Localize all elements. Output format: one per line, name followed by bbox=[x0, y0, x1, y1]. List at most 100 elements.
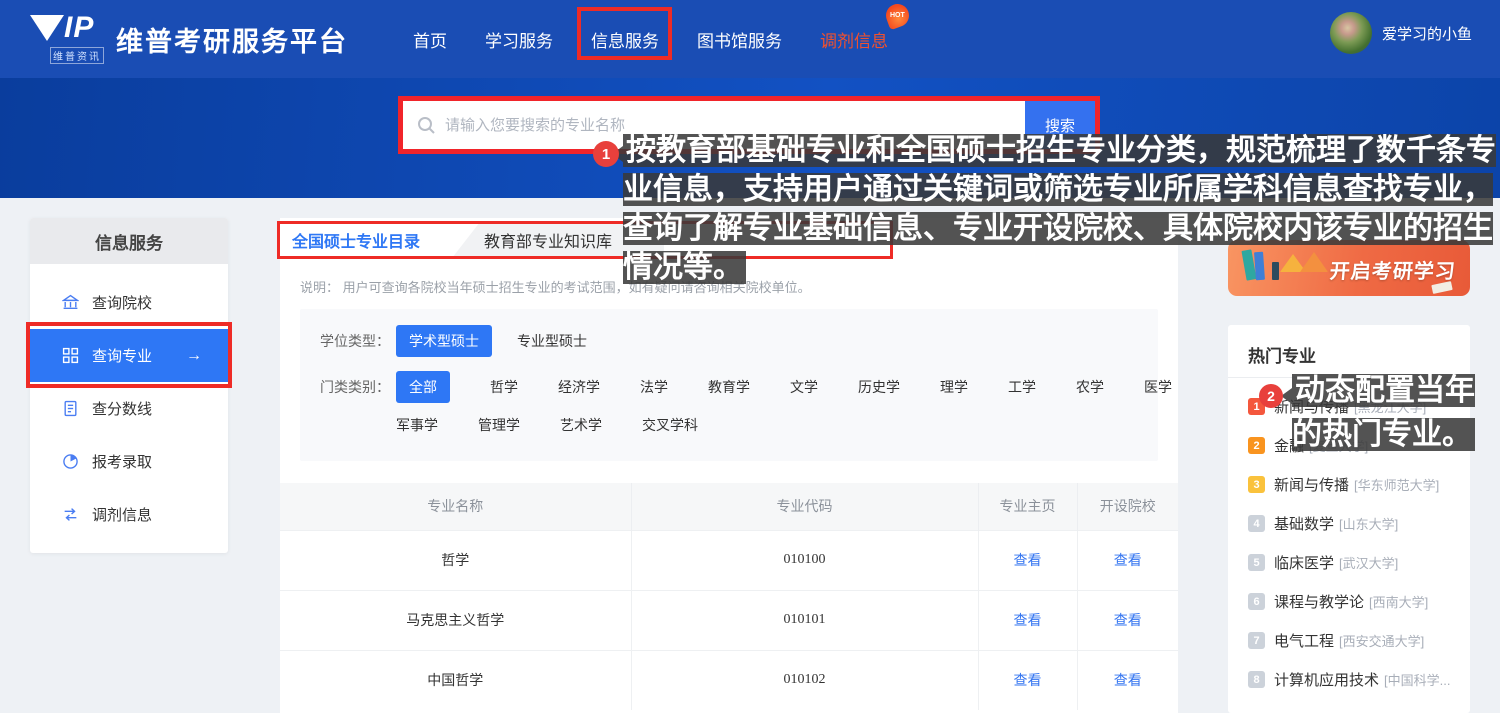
rank-badge: 2 bbox=[1248, 437, 1265, 454]
hot-item-name: 课程与教学论 bbox=[1274, 591, 1364, 612]
table-row: 马克思主义哲学 010101 查看 查看 bbox=[280, 590, 1178, 650]
cell-name: 马克思主义哲学 bbox=[280, 590, 631, 650]
rank-badge: 3 bbox=[1248, 476, 1265, 493]
cell-code: 010102 bbox=[631, 650, 978, 710]
hot-item-school: [武汉大学] bbox=[1339, 553, 1398, 572]
view-homepage-link[interactable]: 查看 bbox=[1014, 612, 1042, 628]
sidebar-item-label: 调剂信息 bbox=[92, 504, 152, 525]
hot-item-name: 基础数学 bbox=[1274, 513, 1334, 534]
hot-item[interactable]: 5 临床医学 [武汉大学] bbox=[1228, 543, 1470, 582]
view-schools-link[interactable]: 查看 bbox=[1114, 672, 1142, 688]
col-header-name: 专业名称 bbox=[280, 483, 631, 530]
hot-item-school: [山东大学] bbox=[1339, 514, 1398, 533]
category-option-medicine[interactable]: 医学 bbox=[1144, 377, 1172, 397]
nav-item-study[interactable]: 学习服务 bbox=[485, 27, 553, 52]
hot-item-name: 新闻与传播 bbox=[1274, 474, 1349, 495]
category-filter-row: 门类类别： 全部 哲学 经济学 法学 教育学 文学 历史学 理学 工学 农学 医… bbox=[320, 371, 1172, 403]
hot-item[interactable]: 8 计算机应用技术 [中国科学... bbox=[1228, 660, 1470, 699]
category-option-military[interactable]: 军事学 bbox=[396, 415, 438, 435]
rank-badge: 5 bbox=[1248, 554, 1265, 571]
category-option-law[interactable]: 法学 bbox=[640, 377, 668, 397]
user-avatar[interactable] bbox=[1330, 12, 1372, 54]
view-schools-link[interactable]: 查看 bbox=[1114, 612, 1142, 628]
top-navbar: IP 维普资讯 维普考研服务平台 首页 学习服务 信息服务 图书馆服务 调剂信息… bbox=[0, 0, 1500, 78]
sidebar-item-score-line[interactable]: 查分数线 bbox=[30, 382, 228, 435]
hot-item[interactable]: 7 电气工程 [西安交通大学] bbox=[1228, 621, 1470, 660]
view-homepage-link[interactable]: 查看 bbox=[1014, 552, 1042, 568]
degree-option-academic[interactable]: 学术型硕士 bbox=[396, 325, 492, 357]
category-filter-row-2: 军事学 管理学 艺术学 交叉学科 bbox=[396, 415, 698, 435]
sidebar-item-label: 查分数线 bbox=[92, 398, 152, 419]
school-icon bbox=[62, 294, 79, 311]
user-name: 爱学习的小鱼 bbox=[1382, 23, 1472, 44]
cell-code: 010100 bbox=[631, 530, 978, 590]
category-option-engineering[interactable]: 工学 bbox=[1008, 377, 1036, 397]
nav-item-library[interactable]: 图书馆服务 bbox=[697, 27, 782, 52]
hot-item-school: [西安交通大学] bbox=[1339, 631, 1424, 650]
view-schools-link[interactable]: 查看 bbox=[1114, 552, 1142, 568]
logo-subtext: 维普资讯 bbox=[50, 47, 104, 64]
hot-item[interactable]: 6 课程与教学论 [西南大学] bbox=[1228, 582, 1470, 621]
sidebar-item-transfer-info[interactable]: 调剂信息 bbox=[30, 488, 228, 541]
hot-item-school: [华东师范大学] bbox=[1354, 475, 1439, 494]
filter-panel: 学位类型： 学术型硕士 专业型硕士 门类类别： 全部 哲学 经济学 法学 教育学… bbox=[300, 309, 1158, 461]
sidebar-item-admission[interactable]: 报考录取 bbox=[30, 435, 228, 488]
category-option-philosophy[interactable]: 哲学 bbox=[490, 377, 518, 397]
hot-item[interactable]: 4 基础数学 [山东大学] bbox=[1228, 504, 1470, 543]
category-option-interdisciplinary[interactable]: 交叉学科 bbox=[642, 415, 698, 435]
callout-text-2: 动态配置当年的热门专业。 bbox=[1292, 369, 1500, 457]
col-header-homepage: 专业主页 bbox=[978, 483, 1077, 530]
vip-logo-icon: IP 维普资讯 bbox=[30, 13, 104, 65]
hot-specialties-title: 热门专业 bbox=[1248, 342, 1316, 367]
callout-number-1: 1 bbox=[593, 141, 619, 167]
category-option-management[interactable]: 管理学 bbox=[478, 415, 520, 435]
pie-chart-icon bbox=[62, 453, 79, 470]
category-option-agriculture[interactable]: 农学 bbox=[1076, 377, 1104, 397]
degree-option-professional[interactable]: 专业型硕士 bbox=[517, 331, 587, 351]
category-option-science[interactable]: 理学 bbox=[940, 377, 968, 397]
sidebar-item-label: 报考录取 bbox=[92, 451, 152, 472]
hot-item-name: 计算机应用技术 bbox=[1274, 669, 1379, 690]
logo-triangle bbox=[30, 15, 64, 41]
col-header-schools: 开设院校 bbox=[1077, 483, 1178, 530]
category-option-arts[interactable]: 艺术学 bbox=[560, 415, 602, 435]
rank-badge: 6 bbox=[1248, 593, 1265, 610]
table-row: 哲学 010100 查看 查看 bbox=[280, 530, 1178, 590]
col-header-code: 专业代码 bbox=[631, 483, 978, 530]
cell-name: 哲学 bbox=[280, 530, 631, 590]
search-icon bbox=[417, 116, 435, 134]
hot-item[interactable]: 3 新闻与传播 [华东师范大学] bbox=[1228, 465, 1470, 504]
category-option-economics[interactable]: 经济学 bbox=[558, 377, 600, 397]
main-content-card: 全国硕士专业目录 教育部专业知识库 说明： 用户可查询各院校当年硕士招生专业的考… bbox=[280, 218, 1178, 713]
category-option-education[interactable]: 教育学 bbox=[708, 377, 750, 397]
callout-text-2-content: 动态配置当年的热门专业。 bbox=[1292, 374, 1475, 451]
nav-item-home[interactable]: 首页 bbox=[413, 27, 447, 52]
callout-text-1-content: 按教育部基础专业和全国硕士招生专业分类，规范梳理了数千条专业信息，支持用户通过关… bbox=[623, 134, 1496, 284]
table-header-row: 专业名称 专业代码 专业主页 开设院校 bbox=[280, 483, 1178, 530]
degree-filter-label: 学位类型： bbox=[320, 331, 396, 351]
swap-arrows-icon bbox=[62, 506, 79, 523]
sidebar-menu: 查询院校 查询专业 → 查分数线 报考录取 调剂信息 bbox=[30, 264, 228, 541]
view-homepage-link[interactable]: 查看 bbox=[1014, 672, 1042, 688]
site-logo[interactable]: IP 维普资讯 维普考研服务平台 bbox=[30, 13, 348, 65]
annotation-box-sidebar-query-major bbox=[26, 322, 232, 388]
sidebar-title: 信息服务 bbox=[30, 218, 228, 264]
callout-text-1: 按教育部基础专业和全国硕士招生专业分类，规范梳理了数千条专业信息，支持用户通过关… bbox=[623, 131, 1500, 287]
hot-item-school: [西南大学] bbox=[1369, 592, 1428, 611]
category-option-history[interactable]: 历史学 bbox=[858, 377, 900, 397]
hot-badge-text: HOT bbox=[890, 12, 905, 19]
rank-badge: 8 bbox=[1248, 671, 1265, 688]
category-option-literature[interactable]: 文学 bbox=[790, 377, 818, 397]
rank-badge: 7 bbox=[1248, 632, 1265, 649]
table-row: 中国哲学 010102 查看 查看 bbox=[280, 650, 1178, 710]
rank-badge: 4 bbox=[1248, 515, 1265, 532]
nav-item-transfer[interactable]: 调剂信息 HOT bbox=[820, 27, 888, 52]
site-title: 维普考研服务平台 bbox=[116, 20, 348, 59]
callout-number-2: 2 bbox=[1259, 384, 1283, 408]
user-area[interactable]: 爱学习的小鱼 bbox=[1330, 12, 1472, 54]
annotation-box-nav-info bbox=[577, 7, 672, 60]
logo-ip-text: IP bbox=[64, 11, 94, 45]
hot-item-name: 电气工程 bbox=[1274, 630, 1334, 651]
category-option-all[interactable]: 全部 bbox=[396, 371, 450, 403]
category-filter-label: 门类类别： bbox=[320, 377, 396, 397]
